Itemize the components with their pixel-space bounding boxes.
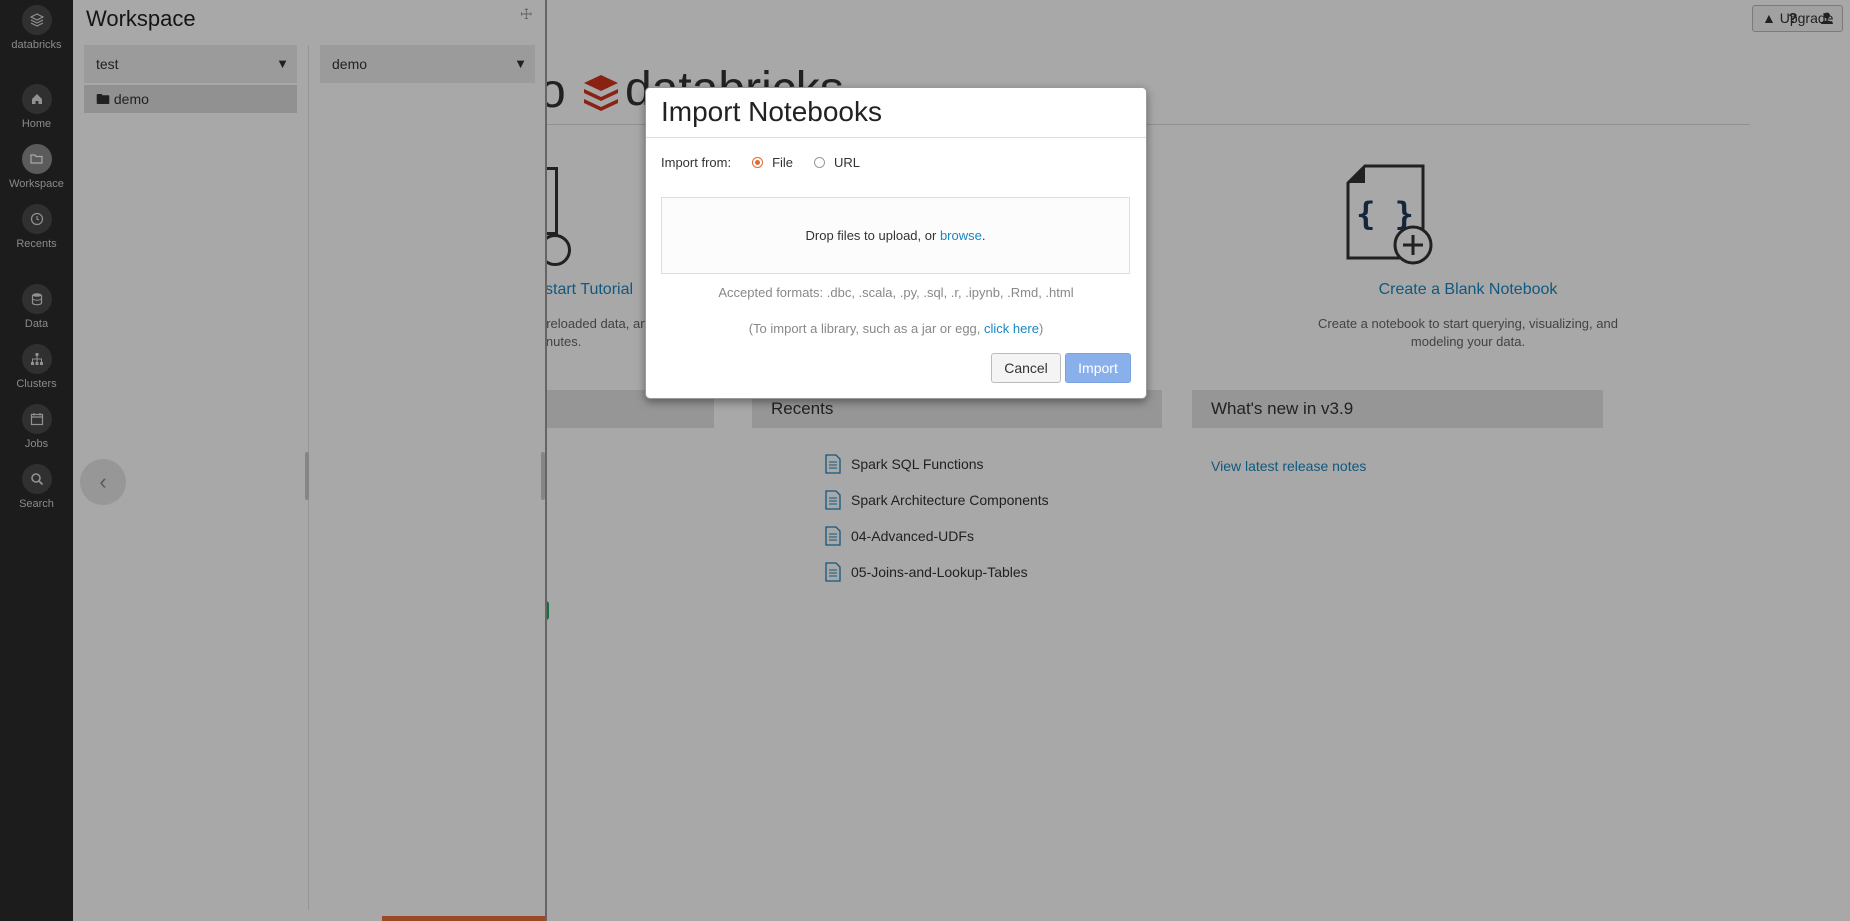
radio-file-label[interactable]: File	[772, 155, 793, 170]
radio-file[interactable]	[752, 157, 764, 168]
import-button[interactable]: Import	[1065, 353, 1131, 383]
radio-url-label[interactable]: URL	[834, 155, 860, 170]
dialog-title: Import Notebooks	[661, 96, 882, 127]
file-drop-zone[interactable]: Drop files to upload, or browse.	[661, 197, 1130, 274]
import-source-row: Import from: File URL	[661, 155, 860, 170]
cancel-button[interactable]: Cancel	[991, 353, 1061, 383]
drop-zone-suffix: .	[981, 228, 986, 243]
import-notebooks-dialog: Import Notebooks Import from: File URL D…	[645, 87, 1147, 399]
library-hint-prefix: (To import a library, such as a jar or e…	[748, 321, 981, 336]
radio-url[interactable]	[814, 157, 826, 168]
drop-zone-text: Drop files to upload, or	[805, 228, 937, 243]
dialog-divider	[646, 137, 1146, 138]
library-hint-suffix: )	[1038, 321, 1044, 336]
browse-link[interactable]: browse	[940, 228, 982, 243]
import-library-hint: (To import a library, such as a jar or e…	[646, 321, 1146, 336]
accepted-formats-text: Accepted formats: .dbc, .scala, .py, .sq…	[718, 285, 1074, 300]
import-from-label: Import from:	[661, 155, 732, 170]
click-here-link[interactable]: click here	[984, 321, 1039, 336]
